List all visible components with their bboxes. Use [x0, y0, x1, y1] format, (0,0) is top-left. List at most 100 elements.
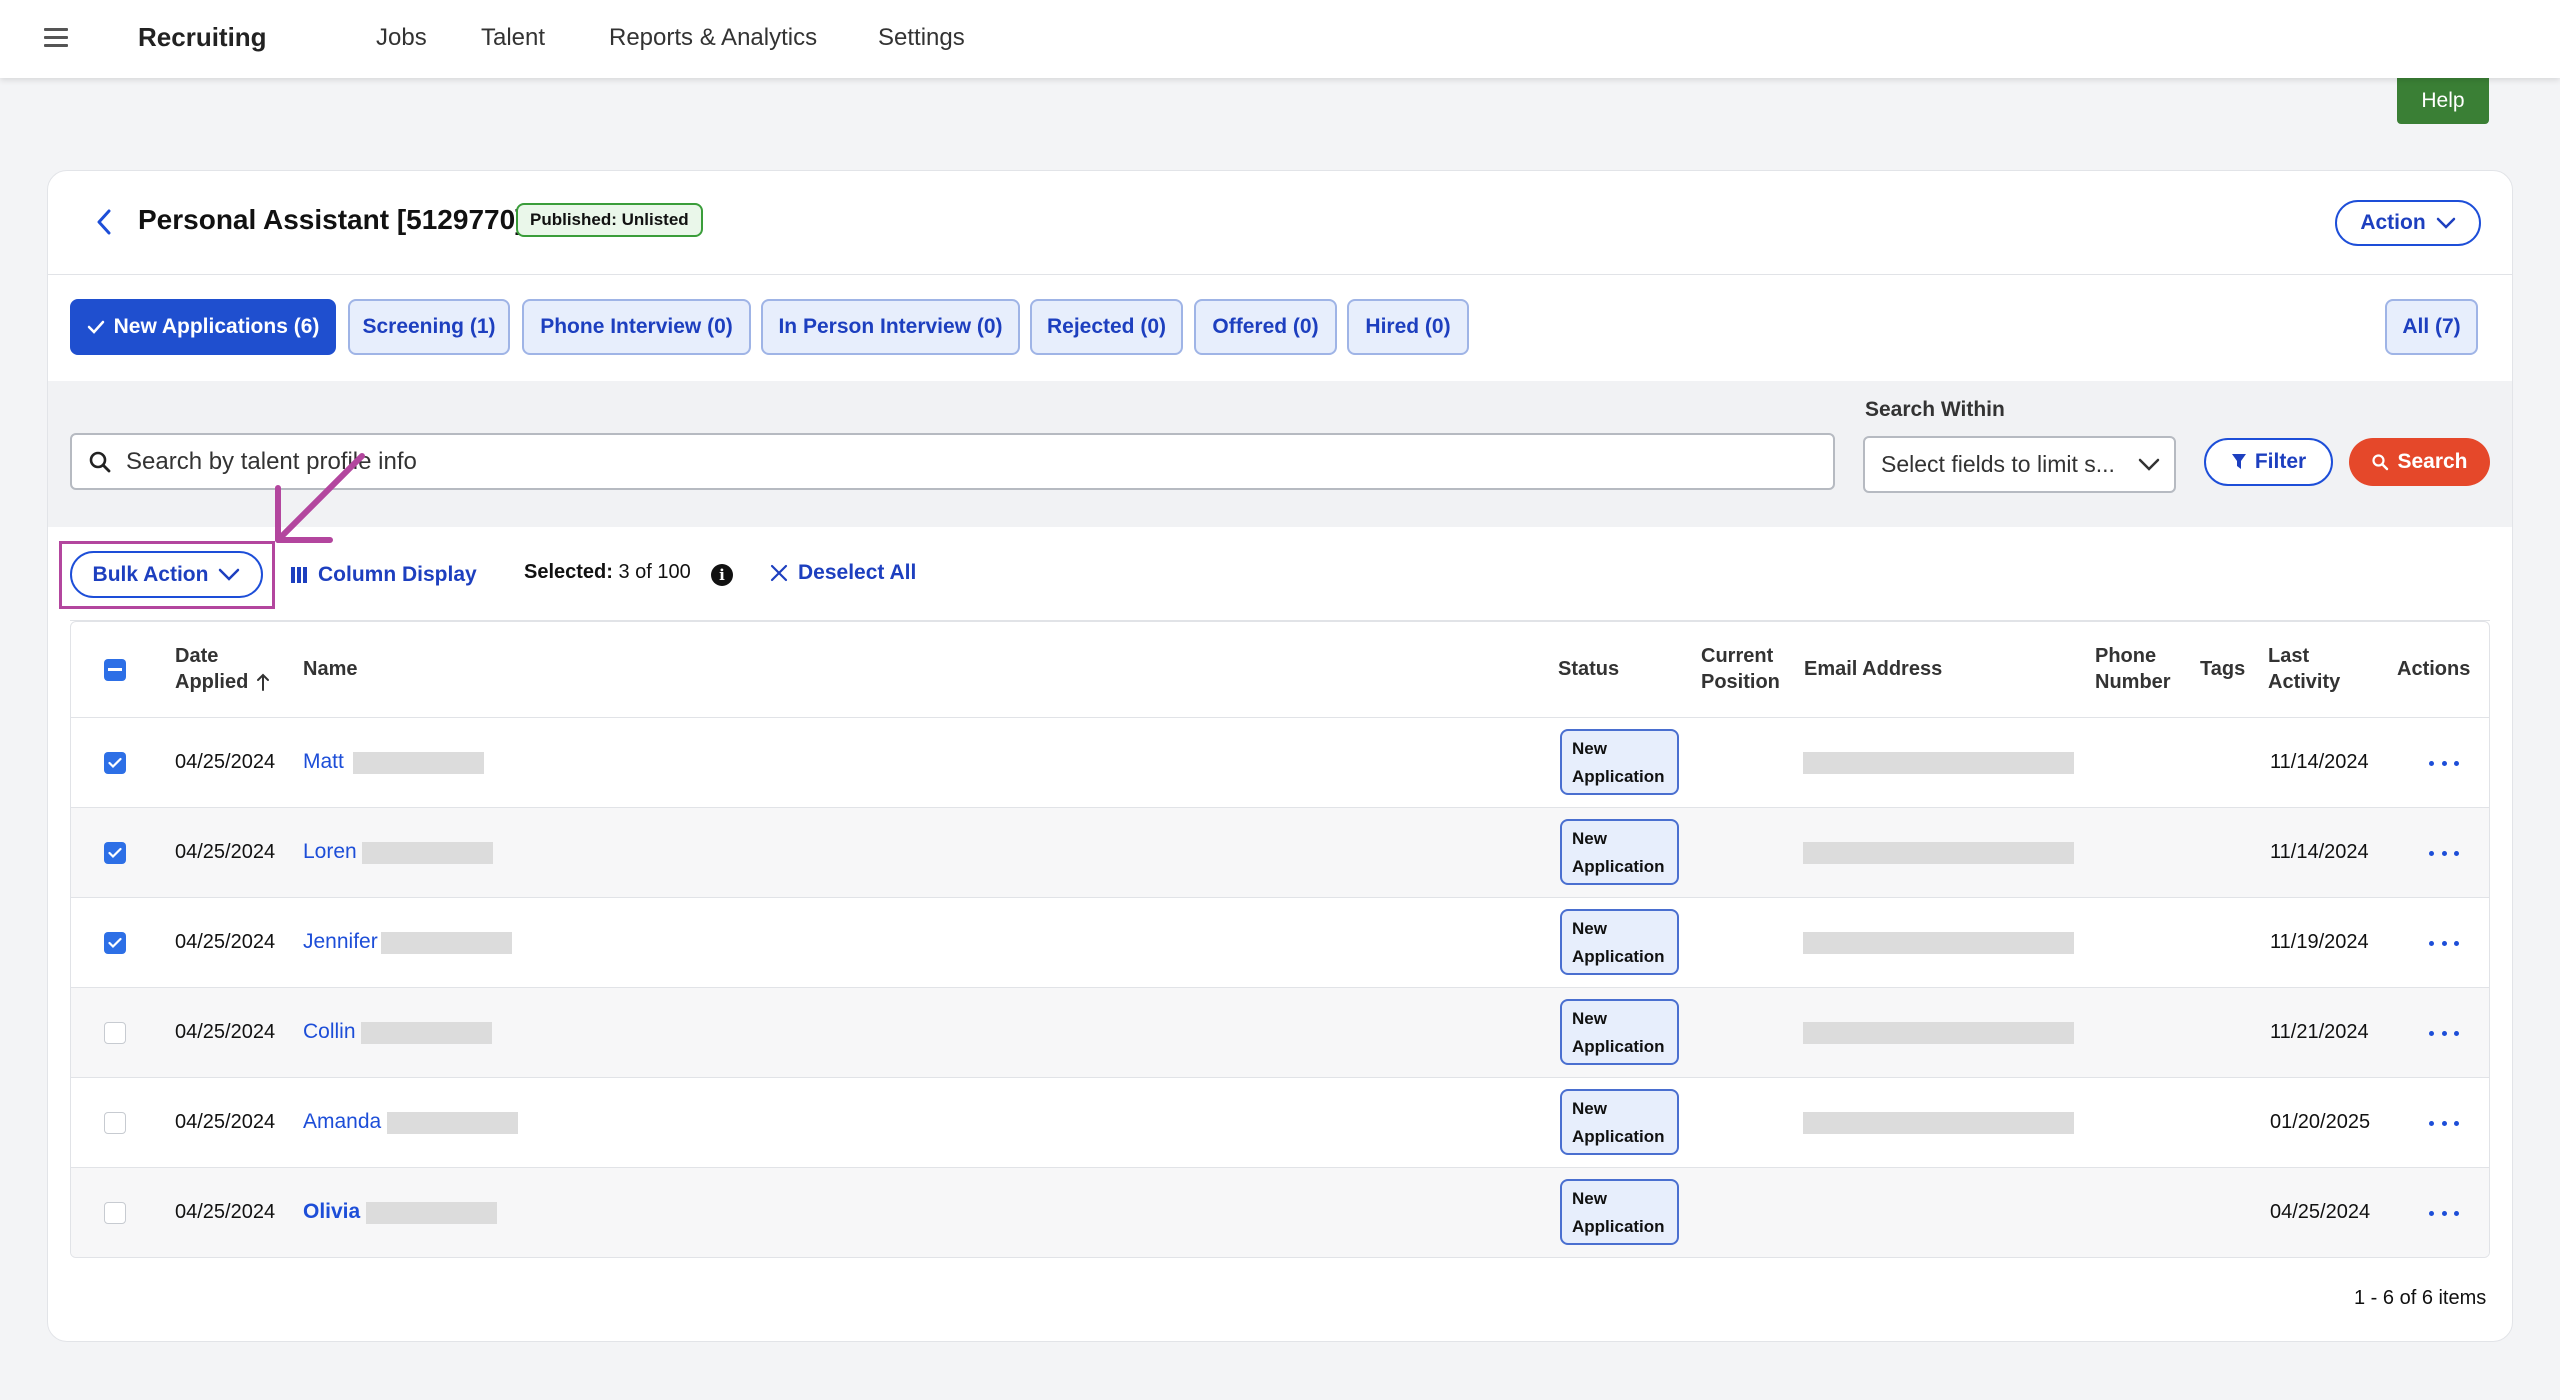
selected-value: 3 of 100 — [618, 561, 691, 583]
date-applied-cell: 04/25/2024 — [175, 1201, 276, 1223]
column-email[interactable]: Email Address — [1804, 656, 1942, 682]
bulk-action-label: Bulk Action — [92, 562, 209, 586]
date-applied-cell: 04/25/2024 — [175, 1021, 276, 1043]
status-line1: New — [1572, 1009, 1607, 1028]
column-display-label: Column Display — [318, 563, 477, 586]
bulk-action-button[interactable]: Bulk Action — [70, 551, 263, 598]
applicant-name-link[interactable]: Matt — [303, 750, 344, 774]
deselect-all-button[interactable]: Deselect All — [770, 561, 916, 585]
table-row[interactable]: 04/25/2024 Olivia New Application 04/25/2024 — [71, 1168, 2489, 1257]
search-button-label: Search — [2397, 450, 2468, 473]
more-options-icon[interactable] — [2429, 1113, 2459, 1133]
sort-ascending-icon[interactable] — [256, 673, 270, 691]
table-row[interactable]: 04/25/2024 Loren New Application 11/14/2024 — [71, 808, 2489, 898]
applicant-name-link[interactable]: Jennifer — [303, 930, 378, 954]
table-row[interactable]: 04/25/2024 Matt New Application 11/14/2024 — [71, 718, 2489, 808]
column-date-applied[interactable]: Date Applied — [175, 643, 270, 695]
column-current-position[interactable]: Current Position — [1701, 643, 1780, 695]
header-divider — [48, 274, 2512, 275]
applicant-name-link[interactable]: Loren — [303, 840, 357, 864]
nav-settings[interactable]: Settings — [878, 24, 965, 52]
filter-icon — [2231, 454, 2246, 469]
redacted-email — [1803, 752, 2074, 774]
row-checkbox[interactable] — [104, 932, 126, 954]
row-checkbox[interactable] — [104, 1202, 126, 1224]
applicant-name-link[interactable]: Amanda — [303, 1110, 381, 1134]
status-line2: Application — [1572, 947, 1665, 966]
chevron-down-icon — [219, 568, 240, 581]
tab-in-person-interview[interactable]: In Person Interview (0) — [761, 299, 1020, 355]
status-line1: New — [1572, 829, 1607, 848]
column-tags[interactable]: Tags — [2200, 656, 2245, 682]
tab-new-applications[interactable]: New Applications (6) — [70, 299, 336, 355]
row-checkbox[interactable] — [104, 842, 126, 864]
action-button-label: Action — [2360, 211, 2426, 234]
status-line1: New — [1572, 1099, 1607, 1118]
tab-screening[interactable]: Screening (1) — [348, 299, 510, 355]
nav-reports-analytics[interactable]: Reports & Analytics — [609, 24, 817, 52]
search-within-label: Search Within — [1865, 398, 2005, 421]
nav-jobs[interactable]: Jobs — [376, 24, 427, 52]
tab-hired[interactable]: Hired (0) — [1347, 299, 1469, 355]
status-badge: New Application — [1560, 1179, 1679, 1245]
status-line2: Application — [1572, 767, 1665, 786]
action-button[interactable]: Action — [2335, 200, 2481, 246]
row-checkbox[interactable] — [104, 1022, 126, 1044]
more-options-icon[interactable] — [2429, 1023, 2459, 1043]
more-options-icon[interactable] — [2429, 753, 2459, 773]
last-activity-cell: 01/20/2025 — [2270, 1111, 2371, 1133]
table-row[interactable]: 04/25/2024 Amanda New Application 01/20/2025 — [71, 1078, 2489, 1168]
top-navigation: Recruiting Jobs Talent Reports & Analyti… — [0, 0, 2560, 78]
date-applied-cell: 04/25/2024 — [175, 751, 276, 773]
status-line1: New — [1572, 1189, 1607, 1208]
info-icon[interactable]: i — [711, 564, 733, 586]
search-within-value: Select fields to limit s... — [1881, 451, 2115, 477]
column-name[interactable]: Name — [303, 656, 357, 682]
more-options-icon[interactable] — [2429, 843, 2459, 863]
last-activity-cell: 11/14/2024 — [2270, 841, 2369, 863]
applicant-name-link[interactable]: Olivia — [303, 1200, 360, 1224]
nav-talent[interactable]: Talent — [481, 24, 545, 52]
column-display-button[interactable]: Column Display — [290, 560, 477, 590]
tab-rejected[interactable]: Rejected (0) — [1030, 299, 1183, 355]
column-last-activity[interactable]: Last Activity — [2268, 643, 2340, 695]
table-row[interactable]: 04/25/2024 Jennifer New Application 11/19/20… — [71, 898, 2489, 988]
redacted-email — [1803, 1022, 2074, 1044]
search-icon — [88, 450, 112, 474]
redacted-surname — [381, 932, 512, 954]
redacted-surname — [366, 1202, 497, 1224]
status-line2: Application — [1572, 1127, 1665, 1146]
last-activity-cell: 11/21/2024 — [2270, 1021, 2369, 1043]
help-button[interactable]: Help — [2397, 78, 2489, 124]
column-current-position-line2: Position — [1701, 671, 1780, 693]
more-options-icon[interactable] — [2429, 1203, 2459, 1223]
column-phone[interactable]: Phone Number — [2095, 643, 2171, 695]
column-status[interactable]: Status — [1558, 656, 1619, 682]
row-checkbox[interactable] — [104, 752, 126, 774]
select-all-checkbox[interactable] — [104, 659, 126, 681]
more-options-icon[interactable] — [2429, 933, 2459, 953]
search-icon — [2372, 454, 2389, 471]
menu-icon[interactable] — [44, 28, 68, 48]
job-title: Personal Assistant [5129770] — [138, 204, 525, 235]
search-button[interactable]: Search — [2349, 438, 2490, 486]
applicant-name-link[interactable]: Collin — [303, 1020, 356, 1044]
selected-label: Selected: — [524, 561, 613, 583]
row-checkbox[interactable] — [104, 1112, 126, 1134]
tab-label: New Applications (6) — [113, 315, 320, 338]
tab-phone-interview[interactable]: Phone Interview (0) — [522, 299, 751, 355]
status-badge: New Application — [1560, 729, 1679, 795]
status-line2: Application — [1572, 857, 1665, 876]
status-badge: New Application — [1560, 819, 1679, 885]
back-arrow-icon[interactable] — [90, 204, 118, 240]
tab-all[interactable]: All (7) — [2385, 299, 2478, 355]
search-within-select[interactable]: Select fields to limit s... — [1863, 436, 2176, 493]
status-line2: Application — [1572, 1217, 1665, 1236]
status-badge: New Application — [1560, 909, 1679, 975]
table-row[interactable]: 04/25/2024 Collin New Application 11/21/2024 — [71, 988, 2489, 1078]
status-badge: New Application — [1560, 999, 1679, 1065]
filter-button[interactable]: Filter — [2204, 438, 2333, 486]
status-line2: Application — [1572, 1037, 1665, 1056]
tab-offered[interactable]: Offered (0) — [1194, 299, 1337, 355]
status-line1: New — [1572, 919, 1607, 938]
